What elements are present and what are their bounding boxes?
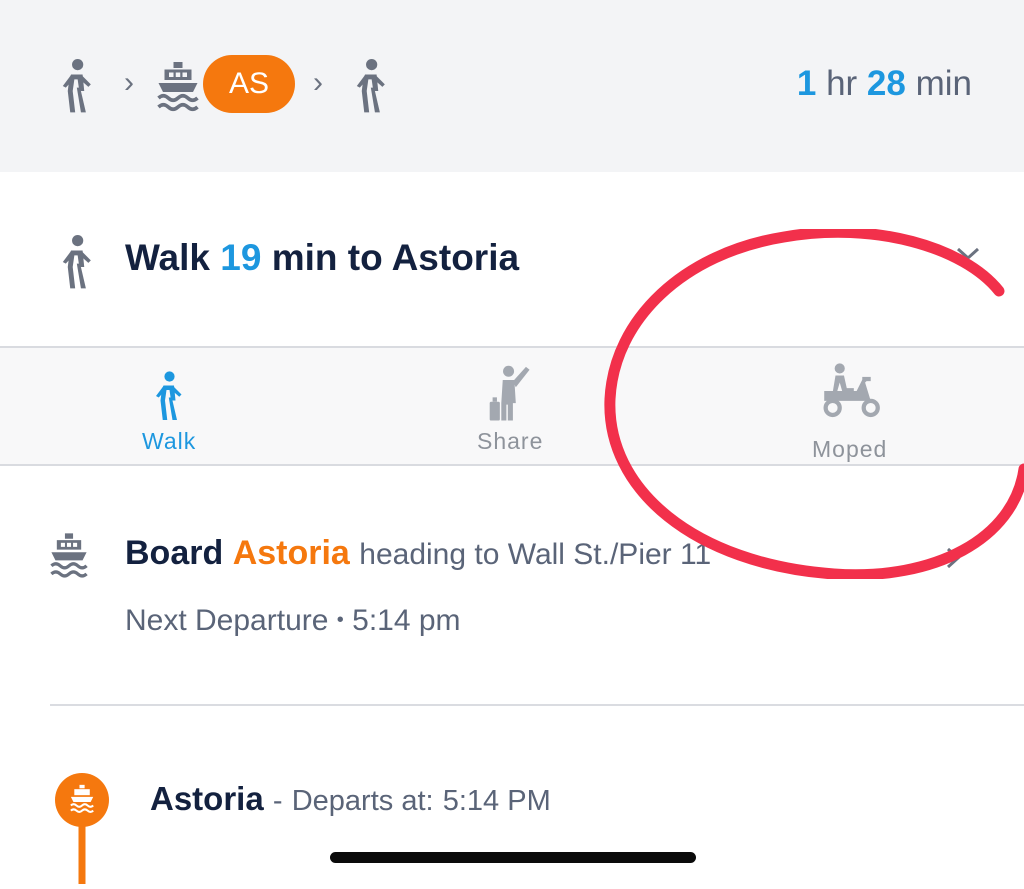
route-summary-bar: › AS › 1 hr 28 min — [0, 0, 1024, 172]
rideshare-icon — [488, 364, 532, 427]
walk-icon — [56, 58, 96, 119]
next-departure: Next Departure • 5:14 pm — [125, 604, 461, 638]
walk-icon — [56, 234, 96, 295]
mode-option-walk[interactable]: Walk — [80, 348, 260, 464]
mode-label-share: Share — [477, 428, 544, 454]
board-route-name: Astoria — [232, 534, 350, 572]
chevron-right-icon: › — [124, 66, 134, 99]
annotation-circle — [604, 229, 1024, 579]
walk-step-title: Walk 19 min to Astoria — [125, 237, 519, 279]
duration-hours-unit: hr — [826, 64, 858, 103]
walk-icon — [150, 370, 186, 427]
stop-dash: - — [272, 785, 283, 817]
chevron-right-icon: › — [313, 66, 323, 99]
ferry-icon — [157, 60, 199, 117]
ferry-stop-icon — [52, 770, 112, 889]
next-departure-time: 5:14 pm — [352, 604, 461, 637]
walk-icon — [350, 58, 390, 119]
separator-dot: • — [336, 609, 344, 631]
home-indicator[interactable] — [330, 852, 696, 863]
next-departure-label: Next Departure — [125, 604, 329, 637]
walk-verb: Walk — [125, 237, 210, 278]
divider — [50, 704, 1024, 706]
trip-duration: 1 hr 28 min — [797, 64, 972, 104]
departs-label: Departs at: — [291, 785, 434, 817]
duration-minutes-unit: min — [915, 64, 972, 103]
walk-destination: min to Astoria — [271, 237, 520, 278]
route-badge: AS — [203, 55, 295, 113]
departs-time: 5:14 PM — [442, 785, 551, 817]
stop-name: Astoria — [150, 780, 264, 817]
board-verb: Board — [125, 534, 224, 572]
duration-minutes: 28 — [866, 64, 906, 103]
ferry-icon — [50, 532, 88, 583]
stop-row[interactable]: Astoria - Departs at: 5:14 PM — [150, 780, 551, 818]
duration-hours: 1 — [796, 64, 817, 103]
mode-option-share[interactable]: Share — [420, 348, 600, 464]
mode-label-walk: Walk — [142, 428, 197, 454]
walk-minutes: 19 — [220, 237, 262, 278]
